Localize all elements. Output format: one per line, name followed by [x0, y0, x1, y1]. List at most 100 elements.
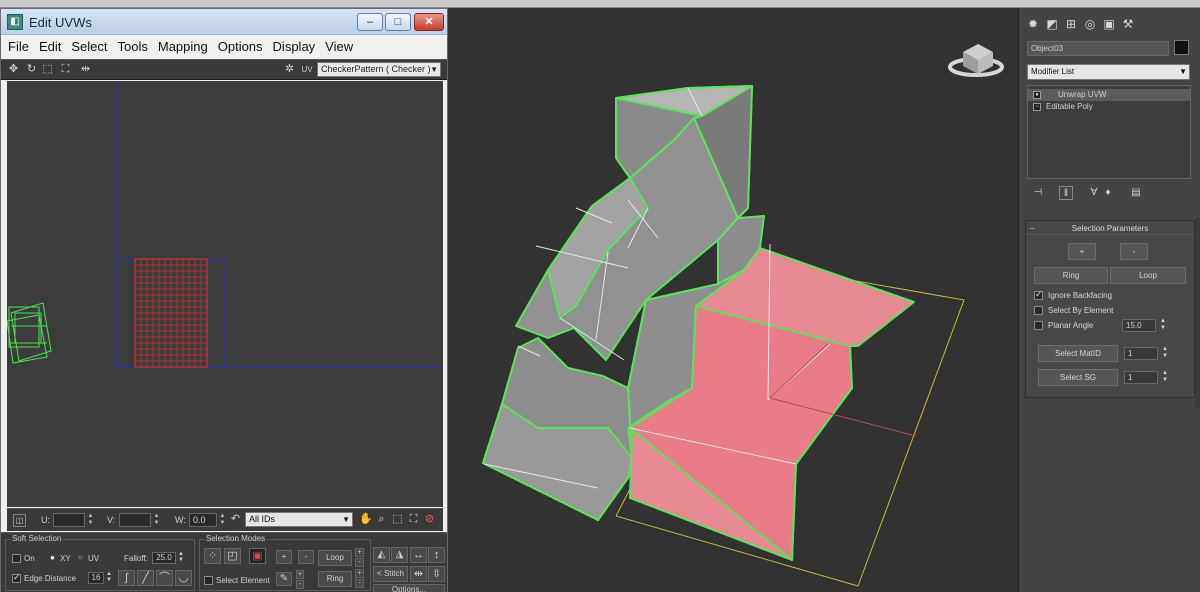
loop-grow-button[interactable]: + — [355, 548, 364, 557]
options-button[interactable]: Options... — [373, 584, 445, 592]
menu-select[interactable]: Select — [68, 36, 110, 54]
w-spinner-icon[interactable]: ▲ ▼ — [219, 513, 226, 527]
show-end-result-icon[interactable]: ‖ — [1059, 186, 1073, 200]
zoom-selected-icon[interactable]: ⊘ — [423, 513, 436, 526]
vertex-mode-icon[interactable]: ⁘ — [204, 548, 221, 564]
loop-button[interactable]: Loop — [318, 550, 352, 566]
menu-options[interactable]: Options — [215, 36, 266, 54]
menu-view[interactable]: View — [322, 36, 356, 54]
planar-angle-field[interactable]: 15.0 — [1122, 319, 1156, 332]
weld-vertical-icon[interactable]: ⇳ — [428, 566, 445, 582]
edge-distance-spinner-icon[interactable]: ▲ ▼ — [106, 571, 112, 583]
loop-button[interactable]: Loop — [1110, 267, 1186, 284]
hierarchy-tab-icon[interactable]: ⊞ — [1063, 17, 1079, 31]
perspective-viewport[interactable] — [448, 8, 1018, 592]
modify-tab-icon[interactable]: ◩ — [1044, 17, 1060, 31]
motion-tab-icon[interactable]: ◎ — [1082, 17, 1098, 31]
matid-field[interactable]: 1 — [1124, 347, 1158, 360]
shrink-button[interactable]: - — [1120, 243, 1148, 260]
sg-field[interactable]: 1 — [1124, 371, 1158, 384]
move-icon[interactable]: ✥ — [7, 63, 20, 76]
minimize-button[interactable]: – — [357, 13, 383, 31]
menu-mapping[interactable]: Mapping — [155, 36, 211, 54]
rollout-header[interactable]: − Selection Parameters — [1026, 223, 1194, 235]
edge-mode-icon[interactable]: ◰ — [224, 548, 241, 564]
xy-radio-icon[interactable]: ● — [50, 553, 55, 562]
make-unique-icon[interactable]: ∀ — [1087, 186, 1101, 200]
command-panel-scrollbar[interactable] — [1195, 218, 1200, 408]
matid-spinner-icon[interactable]: ▲ ▼ — [1162, 346, 1168, 360]
utilities-tab-icon[interactable]: ⚒ — [1120, 17, 1136, 31]
loop-shrink-button[interactable]: - — [355, 558, 364, 567]
close-button[interactable]: ✕ — [414, 13, 444, 31]
scale-icon[interactable]: ⬚ — [41, 63, 54, 76]
planar-angle-checkbox[interactable] — [1034, 321, 1043, 330]
texture-dropdown[interactable]: CheckerPattern ( Checker ) ▼ — [317, 62, 441, 77]
grow-button[interactable]: + — [276, 550, 292, 564]
lock-selection-icon[interactable]: ◫ — [13, 514, 26, 527]
falloff-curve-fast-icon[interactable]: ◡ — [175, 570, 192, 586]
select-matid-button[interactable]: Select MatID — [1038, 345, 1118, 362]
falloff-spinner-icon[interactable]: ▲ ▼ — [178, 551, 184, 563]
v-spinner-icon[interactable]: ▲ ▼ — [153, 513, 160, 527]
ids-dropdown[interactable]: All IDs ▼ — [245, 512, 353, 527]
zoom-icon[interactable]: ⌕ — [375, 513, 388, 526]
uv-editor-canvas[interactable] — [7, 81, 443, 507]
object-color-swatch[interactable] — [1174, 40, 1189, 55]
falloff-curve-slow-icon[interactable]: ⌒ — [156, 570, 173, 586]
stretch-vertical-icon[interactable]: ↕ — [428, 547, 445, 563]
uvw-titlebar[interactable]: ◧ Edit UVWs – □ ✕ — [1, 9, 447, 35]
edge-distance-field[interactable]: 16 — [88, 572, 104, 584]
falloff-curve-smooth-icon[interactable]: ∫ — [118, 570, 135, 586]
create-tab-icon[interactable]: ✹ — [1025, 17, 1041, 31]
grow-button[interactable]: + — [1068, 243, 1096, 260]
u-field[interactable] — [53, 513, 85, 527]
uv-radio-icon[interactable]: ○ — [78, 553, 83, 562]
zoom-region-icon[interactable]: ⬚ — [391, 513, 404, 526]
ring-shrink-button[interactable]: - — [355, 579, 364, 588]
edge-distance-checkbox[interactable] — [12, 572, 21, 583]
display-tab-icon[interactable]: ▣ — [1101, 17, 1117, 31]
rotate-icon[interactable]: ↻ — [25, 63, 38, 76]
v-field[interactable] — [119, 513, 151, 527]
u-spinner-icon[interactable]: ▲ ▼ — [87, 513, 94, 527]
menu-edit[interactable]: Edit — [36, 36, 64, 54]
ring-grow-button[interactable]: + — [355, 569, 364, 578]
menu-display[interactable]: Display — [270, 36, 319, 54]
snap-icon[interactable]: ↶ — [229, 513, 242, 526]
pan-hand-icon[interactable]: ✋ — [359, 513, 373, 526]
configure-sets-icon[interactable]: ▤ — [1129, 186, 1143, 200]
ring-button[interactable]: Ring — [1034, 267, 1108, 284]
ring-button[interactable]: Ring — [318, 571, 352, 587]
object-name-field[interactable]: Object03 — [1027, 41, 1169, 56]
weld-horizontal-icon[interactable]: ⇹ — [410, 566, 427, 582]
falloff-field[interactable]: 25.0 — [152, 552, 176, 564]
stack-item-unwrap-uvw[interactable]: ● Unwrap UVW — [1028, 89, 1190, 101]
align-right-icon[interactable]: ◮ — [391, 547, 408, 563]
paint-select-icon[interactable]: ✎ — [276, 572, 292, 586]
paint-shrink-button[interactable]: - — [296, 580, 304, 589]
zoom-extents-icon[interactable]: ⛶ — [407, 513, 420, 526]
select-sg-button[interactable]: Select SG — [1038, 369, 1118, 386]
checker-icon[interactable]: ✲ — [283, 63, 296, 76]
freeform-icon[interactable]: ⛶ — [59, 63, 72, 76]
falloff-curve-linear-icon[interactable]: ╱ — [137, 570, 154, 586]
select-by-element-checkbox[interactable] — [1034, 306, 1043, 315]
menu-tools[interactable]: Tools — [115, 36, 151, 54]
sg-spinner-icon[interactable]: ▲ ▼ — [1162, 370, 1168, 384]
paint-grow-button[interactable]: + — [296, 570, 304, 579]
stack-item-editable-poly[interactable]: − Editable Poly — [1028, 101, 1190, 113]
mirror-icon[interactable]: ⇹ — [79, 63, 92, 76]
soft-selection-on-checkbox[interactable] — [12, 554, 21, 563]
face-mode-icon[interactable]: ▣ — [249, 548, 266, 564]
select-element-checkbox[interactable] — [204, 576, 213, 585]
w-field[interactable]: 0.0 — [189, 513, 217, 527]
modifier-list-dropdown[interactable]: Modifier List ▼ — [1027, 64, 1190, 80]
planar-angle-spinner-icon[interactable]: ▲ ▼ — [1160, 318, 1166, 332]
stitch-button[interactable]: < Stitch > — [373, 566, 408, 592]
align-left-icon[interactable]: ◭ — [373, 547, 390, 563]
pin-stack-icon[interactable]: ⊣ — [1031, 186, 1045, 200]
maximize-button[interactable]: □ — [385, 13, 411, 31]
remove-modifier-icon[interactable]: ♦ — [1101, 186, 1115, 200]
expand-icon[interactable]: − — [1033, 103, 1041, 111]
